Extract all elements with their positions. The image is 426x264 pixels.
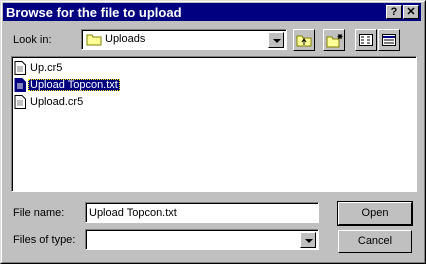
details-view-icon	[382, 34, 396, 46]
list-item[interactable]: Upload.cr5	[14, 94, 85, 110]
files-of-type-dropdown[interactable]	[85, 229, 319, 250]
up-one-level-button[interactable]	[293, 29, 315, 51]
look-in-value: Uploads	[105, 33, 146, 45]
title-bar[interactable]: Browse for the file to upload ? ✕	[3, 3, 421, 21]
file-name-label: File name:	[13, 207, 65, 219]
list-view-button[interactable]	[355, 29, 377, 51]
folder-icon	[86, 34, 102, 46]
list-item[interactable]: Up.cr5	[14, 60, 64, 76]
look-in-dropdown[interactable]: Uploads	[81, 29, 287, 50]
up-one-level-icon	[296, 35, 312, 47]
list-item[interactable]: Upload Topcon.txt	[14, 77, 120, 93]
create-new-folder-icon	[326, 34, 343, 48]
look-in-dropdown-button[interactable]	[268, 32, 284, 48]
file-name-input[interactable]	[85, 202, 319, 223]
new-folder-button[interactable]	[323, 29, 345, 51]
document-icon	[14, 61, 26, 75]
file-name: Upload Topcon.txt	[28, 79, 120, 91]
browse-dialog: Browse for the file to upload ? ✕ Look i…	[0, 0, 426, 264]
look-in-label: Look in:	[13, 34, 52, 46]
dialog-title: Browse for the file to upload	[6, 5, 182, 20]
help-button[interactable]: ?	[386, 5, 402, 19]
file-list[interactable]: Up.cr5 Upload Topcon.txt Upload.cr5	[11, 56, 417, 192]
close-button[interactable]: ✕	[403, 5, 419, 19]
document-icon	[14, 95, 26, 109]
file-name: Upload.cr5	[30, 96, 84, 108]
text-document-icon	[14, 78, 26, 92]
files-of-type-dropdown-button[interactable]	[300, 232, 316, 248]
cancel-button[interactable]: Cancel	[338, 230, 412, 253]
chevron-down-icon	[273, 39, 281, 43]
open-button[interactable]: Open	[337, 201, 413, 226]
chevron-down-icon	[305, 239, 313, 243]
file-name: Up.cr5	[30, 62, 63, 74]
files-of-type-label: Files of type:	[13, 234, 76, 246]
details-view-button[interactable]	[378, 29, 400, 51]
list-view-icon	[359, 34, 373, 46]
